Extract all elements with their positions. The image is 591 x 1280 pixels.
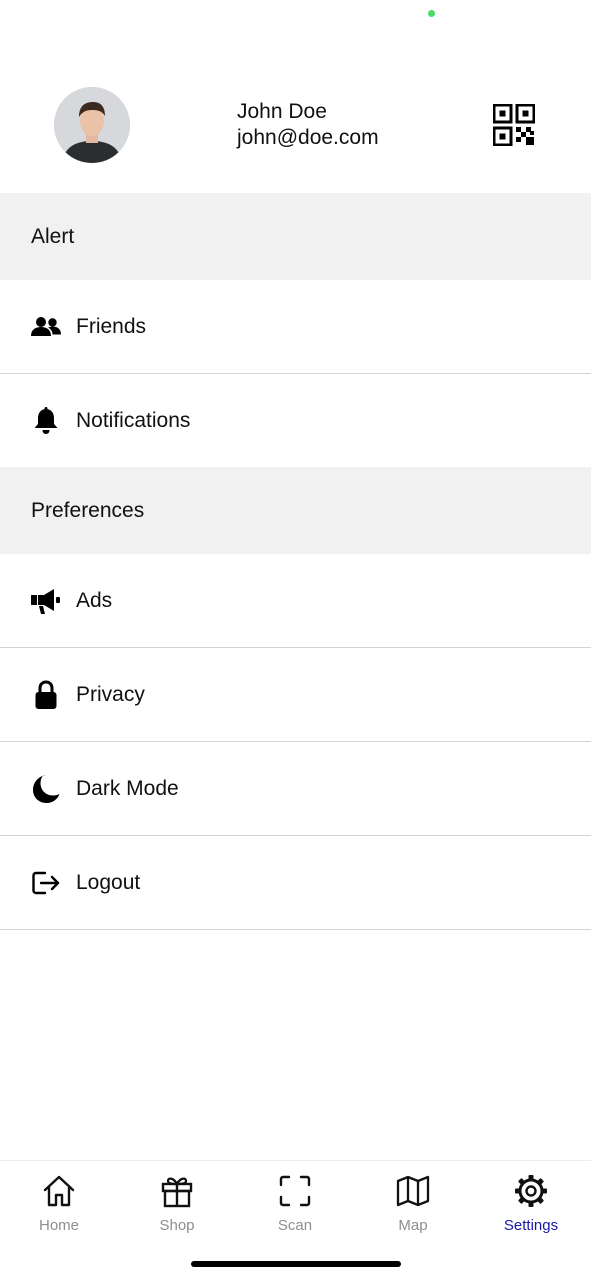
row-label-logout: Logout bbox=[76, 870, 141, 894]
profile-email: john@doe.com bbox=[237, 126, 379, 149]
avatar[interactable] bbox=[54, 87, 130, 163]
tab-label-scan: Scan bbox=[277, 1217, 313, 1234]
moon-icon bbox=[31, 774, 61, 804]
section-header-preferences: Preferences bbox=[0, 467, 591, 554]
gear-icon bbox=[513, 1173, 549, 1209]
qr-code-icon[interactable] bbox=[492, 103, 536, 147]
home-indicator[interactable] bbox=[191, 1261, 401, 1267]
row-privacy[interactable]: Privacy bbox=[0, 648, 591, 742]
people-icon bbox=[31, 312, 61, 342]
row-label-notifications: Notifications bbox=[76, 408, 191, 432]
tab-scan[interactable]: Scan bbox=[236, 1161, 354, 1241]
bell-icon bbox=[31, 406, 61, 436]
row-logout[interactable]: Logout bbox=[0, 836, 591, 930]
gift-icon bbox=[159, 1173, 195, 1209]
row-dark-mode[interactable]: Dark Mode bbox=[0, 742, 591, 836]
logout-icon bbox=[31, 868, 61, 898]
tab-label-map: Map bbox=[398, 1217, 428, 1234]
tab-map[interactable]: Map bbox=[354, 1161, 472, 1241]
profile-name: John Doe bbox=[237, 100, 327, 123]
home-icon bbox=[41, 1173, 77, 1209]
tab-label-settings: Settings bbox=[503, 1217, 559, 1234]
row-ads[interactable]: Ads bbox=[0, 554, 591, 648]
row-friends[interactable]: Friends bbox=[0, 280, 591, 374]
row-label-friends: Friends bbox=[76, 314, 147, 338]
row-label-dark-mode: Dark Mode bbox=[76, 776, 179, 800]
row-notifications[interactable]: Notifications bbox=[0, 374, 591, 468]
profile-info: John Doe john@doe.com bbox=[237, 99, 379, 151]
row-label-ads: Ads bbox=[76, 588, 113, 612]
tab-settings[interactable]: Settings bbox=[472, 1161, 590, 1241]
tab-label-home: Home bbox=[38, 1217, 79, 1234]
profile-header: John Doe john@doe.com bbox=[0, 0, 591, 193]
tab-shop[interactable]: Shop bbox=[118, 1161, 236, 1241]
tab-label-shop: Shop bbox=[159, 1217, 195, 1234]
row-label-privacy: Privacy bbox=[76, 682, 145, 706]
megaphone-icon bbox=[31, 586, 61, 616]
section-header-alert: Alert bbox=[0, 193, 591, 280]
map-icon bbox=[395, 1173, 431, 1209]
lock-icon bbox=[31, 679, 61, 710]
scan-icon bbox=[277, 1173, 313, 1209]
tab-home[interactable]: Home bbox=[0, 1161, 118, 1241]
